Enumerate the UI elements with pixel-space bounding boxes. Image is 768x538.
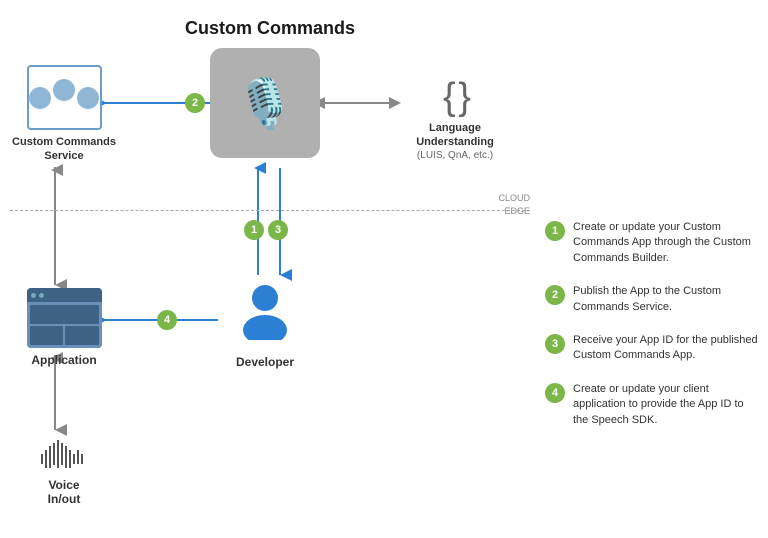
legend-text-2: Publish the App to the Custom Commands S… (573, 284, 760, 315)
app-label: Application (31, 353, 96, 367)
legend-area: 1 Create or update your Custom Commands … (545, 220, 760, 446)
cloud-label: CLOUD (498, 192, 530, 205)
app-node: Application (9, 288, 119, 367)
dev-icon (238, 280, 293, 352)
ccs-circle-1 (29, 87, 51, 109)
page-title: Custom Commands (0, 18, 540, 39)
cloud-edge-divider (10, 210, 530, 211)
badge-4: 4 (157, 310, 177, 330)
legend-text-1: Create or update your Custom Commands Ap… (573, 220, 760, 266)
legend-item-4: 4 Create or update your client applicati… (545, 382, 760, 428)
legend-item-1: 1 Create or update your Custom Commands … (545, 220, 760, 266)
diagram-area: Custom Commands (0, 0, 540, 538)
voice-icon (39, 440, 89, 475)
badge-3: 3 (268, 220, 288, 240)
legend-text-4: Create or update your client application… (573, 382, 760, 428)
legend-item-2: 2 Publish the App to the Custom Commands… (545, 284, 760, 315)
ccs-circle-3 (77, 87, 99, 109)
badge-1: 1 (244, 220, 264, 240)
ccs-circle-2 (53, 79, 75, 101)
dev-label: Developer (236, 355, 294, 369)
voice-node: VoiceIn/out (9, 440, 119, 506)
cloud-edge-label: CLOUD EDGE (498, 192, 530, 217)
lu-node: { } LanguageUnderstanding (LUIS, QnA, et… (395, 78, 515, 161)
ccs-label: Custom Commands Service (9, 135, 119, 164)
legend-item-3: 3 Receive your App ID for the published … (545, 333, 760, 364)
app-icon (27, 288, 102, 348)
lu-icon: { } (443, 78, 467, 116)
legend-badge-3: 3 (545, 334, 565, 354)
legend-badge-2: 2 (545, 285, 565, 305)
legend-text-3: Receive your App ID for the published Cu… (573, 333, 760, 364)
edge-label: EDGE (498, 205, 530, 218)
mic-node: 🎙️ (210, 48, 320, 158)
badge-2: 2 (185, 93, 205, 113)
mic-icon: 🎙️ (235, 75, 295, 132)
lu-sublabel: (LUIS, QnA, etc.) (417, 150, 493, 161)
legend-badge-4: 4 (545, 383, 565, 403)
lu-label: LanguageUnderstanding (416, 121, 494, 150)
dev-node: Developer (220, 280, 310, 369)
ccs-icon (27, 65, 102, 130)
legend-badge-1: 1 (545, 221, 565, 241)
voice-label: VoiceIn/out (48, 478, 81, 506)
ccs-node: Custom Commands Service (9, 65, 119, 164)
